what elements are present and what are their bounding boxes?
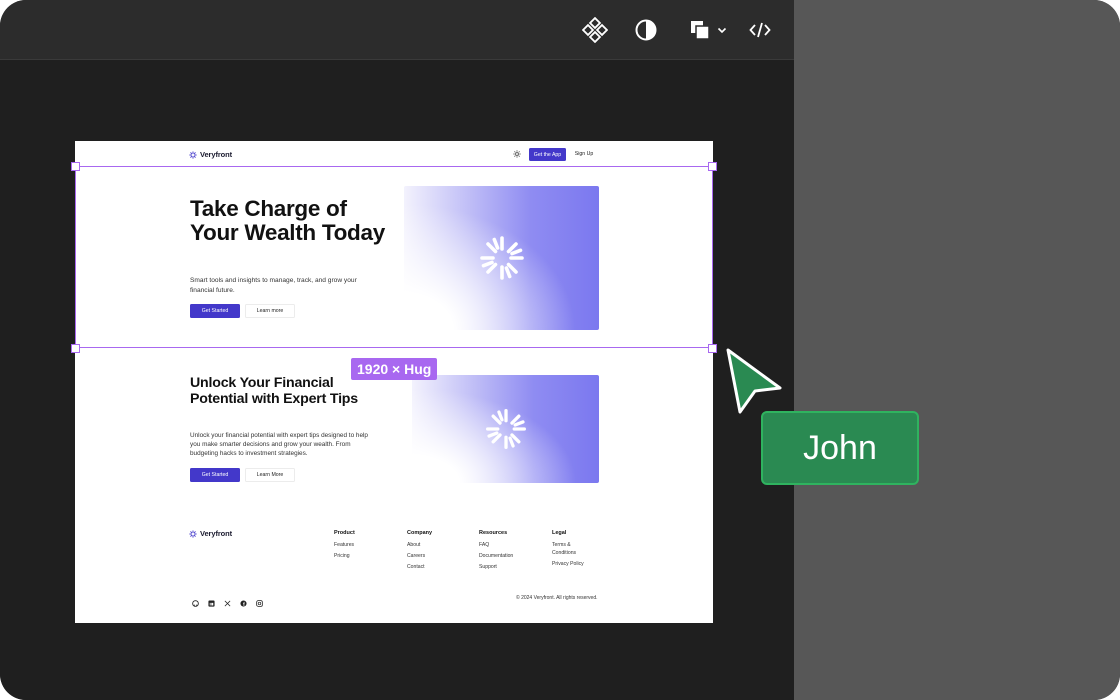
footer-column-legal: Legal Terms & Conditions Privacy Policy <box>552 530 594 572</box>
footer-heading: Company <box>407 530 433 536</box>
brand-logo[interactable]: Veryfront <box>189 150 232 159</box>
brand-name: Veryfront <box>200 150 233 159</box>
veryfront-logo-icon <box>189 150 197 159</box>
feature-body: Unlock your financial potential with exp… <box>190 432 368 458</box>
instagram-icon[interactable] <box>256 594 263 607</box>
footer-link-terms[interactable]: Terms & Conditions <box>552 542 594 557</box>
footer-link-careers[interactable]: Careers <box>407 553 432 561</box>
footer-link-faq[interactable]: FAQ <box>479 542 513 550</box>
copyright-text: © 2024 Veryfront. All rights reserved. <box>516 595 598 601</box>
x-icon[interactable] <box>224 594 231 607</box>
footer-heading: Legal <box>552 530 567 536</box>
hero-subtitle: Smart tools and insights to manage, trac… <box>190 277 357 294</box>
feature-learn-more-button[interactable]: Learn More <box>245 468 295 482</box>
sign-up-link[interactable]: Sign Up <box>571 149 597 159</box>
linkedin-icon[interactable] <box>208 594 215 607</box>
artboard[interactable]: Veryfront Get the App Sign Up Take Charg… <box>75 141 713 623</box>
footer-link-features[interactable]: Features <box>334 542 355 550</box>
collaborator-label: John <box>761 411 919 485</box>
footer-heading: Resources <box>479 530 508 536</box>
footer-column-resources: Resources FAQ Documentation Support <box>479 530 513 575</box>
hero-learn-more-button[interactable]: Learn more <box>245 304 295 318</box>
footer-link-support[interactable]: Support <box>479 564 513 572</box>
hero-title: Take Charge of Your Wealth Today <box>190 196 385 245</box>
top-toolbar <box>0 0 794 60</box>
social-links <box>192 594 263 607</box>
spark-icon <box>485 409 526 449</box>
hero-get-started-button[interactable]: Get Started <box>190 304 240 318</box>
editor-window: Veryfront Get the App Sign Up Take Charg… <box>0 0 1120 700</box>
collaborator-cursor-icon <box>726 348 782 414</box>
feature-title: Unlock Your Financial Potential with Exp… <box>190 375 358 407</box>
resize-handle-top-right[interactable] <box>708 162 717 171</box>
hero-image <box>404 186 599 330</box>
facebook-icon[interactable] <box>240 594 247 607</box>
resize-handle-bottom-right[interactable] <box>708 344 717 353</box>
footer-link-about[interactable]: About <box>407 542 432 550</box>
layers-button[interactable] <box>686 14 730 46</box>
layers-icon <box>691 21 710 40</box>
resize-handle-top-left[interactable] <box>71 162 80 171</box>
footer-heading: Product <box>334 530 355 536</box>
footer-link-contact[interactable]: Contact <box>407 564 432 572</box>
footer-link-privacy[interactable]: Privacy Policy <box>552 561 594 569</box>
footer-link-documentation[interactable]: Documentation <box>479 553 513 561</box>
size-badge: 1920 × Hug <box>351 358 438 380</box>
feature-image <box>412 375 599 483</box>
components-icon[interactable] <box>580 14 610 46</box>
code-icon[interactable] <box>746 14 774 46</box>
contrast-icon[interactable] <box>632 14 660 46</box>
github-icon[interactable] <box>192 594 199 607</box>
site-navbar: Veryfront Get the App Sign Up <box>75 141 713 166</box>
footer-column-product: Product Features Pricing <box>334 530 355 564</box>
footer-brand-logo[interactable]: Veryfront <box>189 529 232 538</box>
footer-link-pricing[interactable]: Pricing <box>334 553 355 561</box>
chevron-down-icon <box>717 27 727 34</box>
resize-handle-bottom-left[interactable] <box>71 344 80 353</box>
theme-toggle-icon[interactable] <box>513 150 521 158</box>
spark-icon <box>479 236 524 280</box>
footer-column-company: Company About Careers Contact <box>407 530 432 575</box>
footer-brand-name: Veryfront <box>200 529 233 538</box>
veryfront-logo-icon <box>189 529 197 538</box>
get-app-button[interactable]: Get the App <box>529 148 566 161</box>
feature-get-started-button[interactable]: Get Started <box>190 468 240 482</box>
properties-panel <box>794 0 1120 700</box>
